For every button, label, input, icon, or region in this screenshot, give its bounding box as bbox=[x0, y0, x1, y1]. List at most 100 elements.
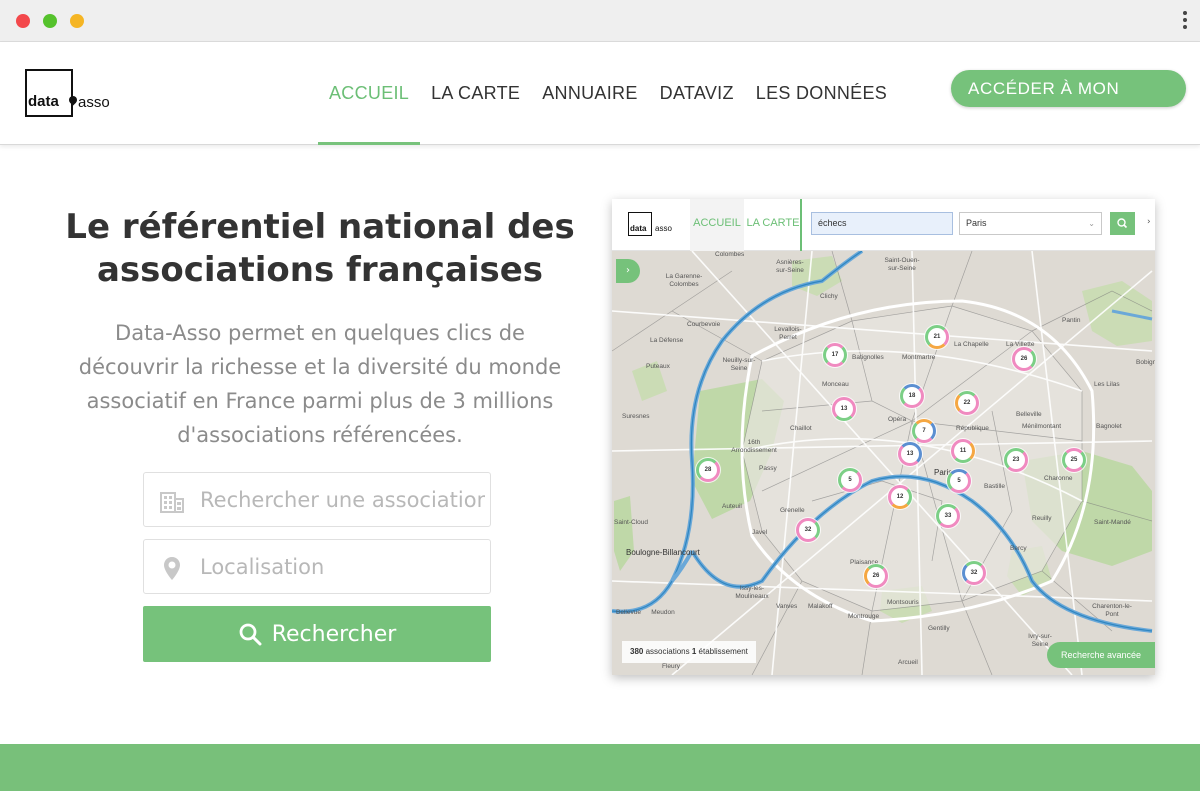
map-cluster: 25 bbox=[1062, 448, 1086, 472]
place-label: Opéra bbox=[888, 416, 907, 423]
place-label: Meudon bbox=[651, 609, 675, 616]
place-label: Reuilly bbox=[1032, 515, 1052, 522]
sidebar-toggle-icon: › bbox=[616, 259, 640, 283]
map-cluster: 23 bbox=[1004, 448, 1028, 472]
preview-tab-accueil: ACCUEIL bbox=[690, 199, 744, 251]
nav-dataviz[interactable]: DATAVIZ bbox=[649, 42, 745, 145]
status-count: 380 bbox=[630, 647, 644, 656]
place-label: Montmartre bbox=[902, 354, 936, 361]
browser-menu-icon[interactable] bbox=[1182, 11, 1188, 31]
building-icon bbox=[160, 492, 184, 513]
chevron-down-icon: ⌄ bbox=[1088, 219, 1095, 228]
main-nav: ACCUEIL LA CARTE ANNUAIRE DATAVIZ LES DO… bbox=[318, 42, 898, 145]
minimize-window-button[interactable] bbox=[43, 14, 57, 28]
place-label: Levallois-Perret bbox=[774, 326, 802, 341]
place-label: La Chapelle bbox=[954, 341, 989, 348]
place-label: Gentilly bbox=[928, 625, 950, 632]
place-label: Bellevue bbox=[616, 609, 641, 616]
place-label: Belleville bbox=[1016, 411, 1042, 418]
preview-more-icon: › bbox=[1147, 217, 1151, 227]
place-label: Batignolles bbox=[852, 354, 884, 361]
nav-annuaire[interactable]: ANNUAIRE bbox=[531, 42, 648, 145]
preview-logo-word-data: data bbox=[630, 224, 647, 233]
place-label: Chaillot bbox=[790, 425, 812, 432]
browser-titlebar bbox=[0, 0, 1200, 42]
map-cluster: 32 bbox=[962, 561, 986, 585]
maximize-window-button[interactable] bbox=[70, 14, 84, 28]
preview-query-input: échecs bbox=[811, 212, 953, 235]
map-cluster: 5 bbox=[838, 468, 862, 492]
place-label: Puteaux bbox=[646, 363, 670, 370]
place-label: Boulogne-Billancourt bbox=[626, 548, 700, 557]
place-label: Auteuil bbox=[722, 503, 742, 510]
search-button[interactable]: Rechercher bbox=[143, 606, 491, 662]
place-label: La Défense bbox=[650, 337, 684, 344]
map-cluster: 33 bbox=[936, 504, 960, 528]
place-label: Saint-Cloud bbox=[614, 519, 648, 526]
place-label: Colombes bbox=[715, 251, 745, 258]
place-label: Grenelle bbox=[780, 507, 805, 514]
map-cluster: 17 bbox=[823, 343, 847, 367]
place-label: Arcueil bbox=[898, 659, 918, 666]
nav-accueil[interactable]: ACCUEIL bbox=[318, 42, 421, 145]
search-icon bbox=[239, 623, 262, 646]
advanced-search-button: Recherche avancée bbox=[1047, 642, 1155, 668]
map-cluster: 13 bbox=[898, 442, 922, 466]
place-label: La Garenne-Colombes bbox=[665, 273, 703, 288]
place-label: Javel bbox=[752, 529, 768, 536]
place-label: Bercy bbox=[1010, 545, 1027, 552]
hero-description: Data-Asso permet en quelques clics de dé… bbox=[40, 316, 600, 452]
map-cluster: 26 bbox=[1012, 347, 1036, 371]
place-label: Saint-Ouen-sur-Seine bbox=[884, 257, 920, 272]
place-label: Pantin bbox=[1062, 317, 1081, 324]
place-label: République bbox=[956, 425, 989, 432]
place-label: Neuilly-sur-Seine bbox=[722, 357, 756, 372]
place-label: Fleury bbox=[662, 663, 681, 670]
hero-title-line-1: Le référentiel national des bbox=[65, 207, 575, 247]
map-cluster: 21 bbox=[925, 325, 949, 349]
preview-location-input: Paris ⌄ bbox=[959, 212, 1102, 235]
place-label: Ménilmontant bbox=[1022, 423, 1062, 430]
map-cluster: 13 bbox=[832, 397, 856, 421]
preview-map: Colombes Asnières-sur-Seine Saint-Ouen-s… bbox=[612, 251, 1155, 675]
preview-status-bar: 380 associations 1 établissement bbox=[622, 641, 756, 663]
place-label: Bagnolet bbox=[1096, 423, 1122, 430]
footer-band bbox=[0, 744, 1200, 791]
hero-desc-line-4: d'associations référencées. bbox=[177, 423, 463, 447]
place-label: 16th Arrondissement bbox=[731, 439, 777, 454]
data-asso-logo[interactable]: data asso bbox=[25, 69, 115, 117]
place-label: Bobigny bbox=[1136, 359, 1155, 366]
location-input[interactable] bbox=[200, 540, 485, 593]
association-search-input[interactable] bbox=[200, 473, 485, 526]
place-label: Passy bbox=[759, 465, 777, 472]
logo-word-data: data bbox=[28, 93, 60, 110]
place-label: Les Lilas bbox=[1094, 381, 1120, 388]
map-cluster: 5 bbox=[947, 469, 971, 493]
preview-logo: data asso bbox=[628, 212, 678, 236]
location-field bbox=[143, 539, 491, 594]
map-cluster: 26 bbox=[864, 564, 888, 588]
access-account-button[interactable]: ACCÉDER À MON bbox=[951, 70, 1186, 107]
place-label: Vanves bbox=[776, 603, 798, 610]
close-window-button[interactable] bbox=[16, 14, 30, 28]
map-cluster: 11 bbox=[951, 439, 975, 463]
status-text-associations: associations bbox=[645, 647, 690, 656]
hero-title-line-2: associations françaises bbox=[96, 250, 544, 290]
nav-la-carte[interactable]: LA CARTE bbox=[420, 42, 531, 145]
map-cluster: 7 bbox=[912, 419, 936, 443]
hero-desc-line-1: Data-Asso permet en quelques clics de bbox=[115, 321, 525, 345]
place-label: Courbevoie bbox=[687, 321, 721, 328]
place-label: Asnières-sur-Seine bbox=[776, 259, 804, 274]
logo-word-asso: asso bbox=[78, 94, 110, 111]
hero-title: Le référentiel national des associations… bbox=[40, 206, 600, 292]
preview-search-button bbox=[1110, 212, 1135, 235]
preview-header: data asso ACCUEIL LA CARTE échecs Paris … bbox=[612, 199, 1155, 251]
place-label: Montrouge bbox=[848, 613, 880, 620]
place-label: Charenton-le-Pont bbox=[1092, 603, 1132, 618]
place-label: Suresnes bbox=[622, 413, 650, 420]
search-button-label: Rechercher bbox=[271, 621, 397, 647]
nav-les-donnees[interactable]: LES DONNÉES bbox=[745, 42, 898, 145]
map-cluster: 12 bbox=[888, 485, 912, 509]
preview-logo-word-asso: asso bbox=[655, 224, 672, 233]
site-header: data asso ACCUEIL LA CARTE ANNUAIRE DATA… bbox=[0, 42, 1200, 145]
